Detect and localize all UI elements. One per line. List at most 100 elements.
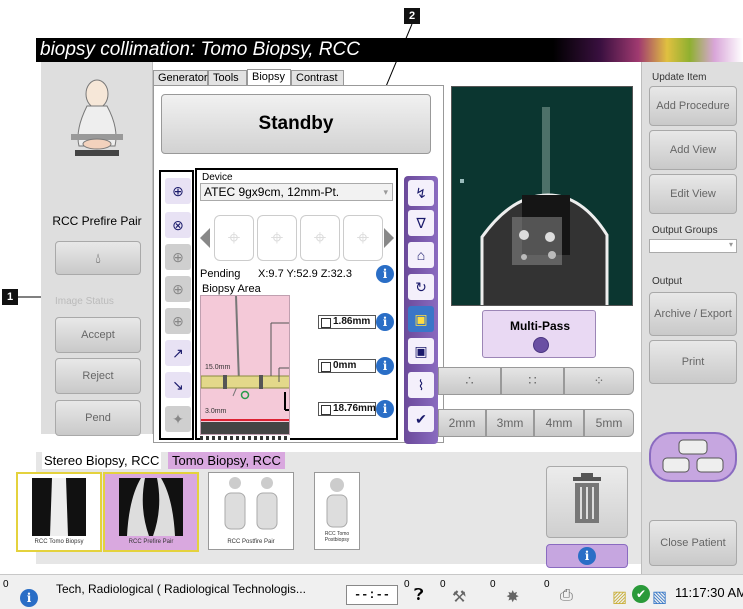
- edit-view-button[interactable]: Edit View: [649, 174, 737, 214]
- measurement-2-info-icon[interactable]: i: [376, 357, 394, 375]
- thumb-tab-stereo[interactable]: Stereo Biopsy, RCC: [42, 452, 162, 469]
- measurement-1-info-icon[interactable]: i: [376, 313, 394, 331]
- count-4: 0: [544, 579, 550, 590]
- pend-button[interactable]: Pend: [55, 400, 141, 436]
- target-slot-4[interactable]: ⌖: [343, 215, 383, 261]
- reject-button[interactable]: Reject: [55, 358, 141, 394]
- scale-bottom-label: 3.0mm: [205, 408, 227, 415]
- trash-button[interactable]: [546, 466, 628, 538]
- compression-icon[interactable]: ∇: [408, 210, 434, 236]
- needle-view-icon[interactable]: ↯: [408, 180, 434, 206]
- print-button[interactable]: Print: [649, 340, 737, 384]
- count-1: 0: [404, 579, 410, 590]
- tube-status-icon[interactable]: ✸: [506, 587, 519, 607]
- multi-pass-indicator-icon: [533, 337, 549, 353]
- user-name[interactable]: Tech, Radiological ( Radiological Techno…: [56, 582, 306, 596]
- system-ok-icon[interactable]: ✔: [632, 585, 650, 603]
- archive-export-button[interactable]: Archive / Export: [649, 292, 737, 336]
- spacing-4mm-button[interactable]: 4mm: [534, 409, 584, 437]
- paddle-icon[interactable]: ⌂: [408, 242, 434, 268]
- standby-button[interactable]: Standby: [161, 94, 431, 154]
- rotate-icon[interactable]: ↻: [408, 274, 434, 300]
- target-slot-1[interactable]: ⌖: [214, 215, 254, 261]
- accept-check-icon[interactable]: ✔: [408, 406, 434, 432]
- placeholder-figure-icon: [326, 478, 348, 528]
- thumbnail-postfire-pair[interactable]: RCC Postfire Pair: [208, 472, 294, 550]
- chevron-down-icon: ▾: [383, 187, 388, 197]
- biopsy-area-graphic: 15.0mm 3.0mm: [200, 295, 290, 435]
- output-groups-select[interactable]: ▾: [649, 239, 737, 253]
- pending-label: Pending: [200, 268, 241, 280]
- scale-top-label: 15.0mm: [205, 364, 231, 371]
- add-view-button[interactable]: Add View: [649, 130, 737, 170]
- target-slot-3[interactable]: ⌖: [300, 215, 340, 261]
- pattern-4-dots-button[interactable]: ∷: [501, 367, 564, 395]
- four-dots-icon: ∷: [528, 373, 537, 388]
- network-icon[interactable]: ▧: [652, 587, 667, 607]
- alert-count: 0: [3, 579, 9, 590]
- close-patient-button[interactable]: Close Patient: [649, 520, 737, 566]
- view-layout-button[interactable]: [649, 432, 737, 482]
- view-label: RCC Prefire Pair: [52, 214, 142, 228]
- status-info-icon[interactable]: i: [20, 589, 38, 607]
- target-tool-strip: ⊕ ⊗ ⊕ ⊕ ⊕ ↗ ↘ ✦: [159, 170, 194, 440]
- target-delete-all-icon[interactable]: ⊕: [165, 308, 191, 334]
- spacing-5mm-button[interactable]: 5mm: [584, 409, 634, 437]
- help-icon[interactable]: ❓︎: [414, 587, 424, 605]
- add-procedure-button[interactable]: Add Procedure: [649, 86, 737, 126]
- thumb-image-icon: [50, 478, 68, 536]
- target-next-icon[interactable]: ⊕: [165, 276, 191, 302]
- needle-down-icon[interactable]: ↘: [165, 372, 191, 398]
- view-layout-icon: [662, 439, 724, 473]
- tab-contrast[interactable]: Contrast: [291, 70, 344, 86]
- thumb-tab-tomo[interactable]: Tomo Biopsy, RCC: [168, 452, 285, 469]
- multi-pass-button[interactable]: Multi-Pass: [482, 310, 596, 358]
- measurement-3-info-icon[interactable]: i: [376, 400, 394, 418]
- clock: 11:17:30 AM: [675, 585, 743, 600]
- info-icon: i: [578, 547, 596, 565]
- notes-icon[interactable]: ▨: [612, 587, 627, 607]
- target-slot-2[interactable]: ⌖: [257, 215, 297, 261]
- pattern-5-dots-button[interactable]: ⁘: [564, 367, 634, 395]
- device-label: Device: [202, 172, 233, 183]
- thumbnail-tomo-postbiopsy[interactable]: RCC Tomo Postbiopsy: [314, 472, 360, 550]
- spacing-3mm-button[interactable]: 3mm: [486, 409, 534, 437]
- create-target-icon[interactable]: ⊕: [165, 178, 191, 204]
- five-dots-icon: ⁘: [593, 373, 605, 388]
- left-panel: RCC Prefire Pair 💧︎ Image Status Accept …: [41, 62, 153, 436]
- measurement-1-value: 1.86mm: [333, 316, 371, 327]
- status-bar: 0 i Tech, Radiological ( Radiological Te…: [0, 574, 743, 609]
- image-viewer[interactable]: [451, 86, 633, 306]
- pending-view-button[interactable]: 💧︎: [55, 241, 141, 275]
- needle-up-icon[interactable]: ↗: [165, 340, 191, 366]
- image-status-label: Image Status: [55, 296, 114, 307]
- count-3: 0: [490, 579, 496, 590]
- measurement-2: 0mm: [318, 359, 376, 373]
- pattern-3-dots-button[interactable]: ∴: [438, 367, 501, 395]
- spacing-2mm-button[interactable]: 2mm: [438, 409, 486, 437]
- thumbnail-info-button[interactable]: i: [546, 544, 628, 568]
- target-prev-icon[interactable]: ⊕: [165, 244, 191, 270]
- thumbnail-tomo-biopsy[interactable]: RCC Tomo Biopsy: [16, 472, 102, 552]
- biopsy-tool-strip: ↯ ∇ ⌂ ↻ ▣ ▣ ⌇ ✔: [404, 176, 438, 444]
- tab-generator[interactable]: Generator: [153, 70, 208, 86]
- thumb-image-icon: [127, 478, 175, 536]
- coords-info-icon[interactable]: i: [376, 265, 394, 283]
- count-2: 0: [440, 579, 446, 590]
- scan-icon[interactable]: ⌇: [408, 372, 434, 398]
- needle-group-icon[interactable]: ✦: [165, 406, 191, 432]
- device-status-icon[interactable]: ⚒: [452, 587, 466, 607]
- next-target-arrow-icon[interactable]: [384, 228, 394, 248]
- thumbnail-prefire-pair[interactable]: RCC Prefire Pair: [103, 472, 199, 552]
- thumbnail-label: RCC Tomo Biopsy: [34, 539, 84, 545]
- device-select[interactable]: ATEC 9gx9cm, 12mm-Pt. ▾: [200, 183, 393, 201]
- delete-target-icon[interactable]: ⊗: [165, 212, 191, 238]
- monitor-icon[interactable]: ▣: [408, 306, 434, 332]
- previous-target-arrow-icon[interactable]: [200, 228, 210, 248]
- tab-biopsy[interactable]: Biopsy: [247, 69, 291, 86]
- measurement-2-value: 0mm: [333, 360, 357, 371]
- accept-button[interactable]: Accept: [55, 317, 141, 353]
- image-pair-icon[interactable]: ▣: [408, 338, 434, 364]
- tab-tools[interactable]: Tools: [208, 70, 247, 86]
- print-queue-icon[interactable]: ⎙: [560, 587, 573, 605]
